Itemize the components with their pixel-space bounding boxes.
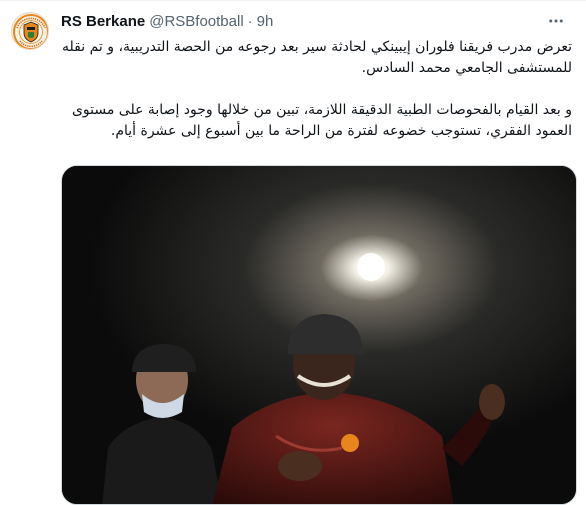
tweet-paragraph-1: تعرض مدرب فريقنا فلوران إيبينكي لحادثة س… xyxy=(62,39,572,76)
tweet-card[interactable]: RS Berkane @RSBfootball · 9h تعرض مدرب ف… xyxy=(0,0,586,505)
coach-stadium-photo xyxy=(62,166,576,504)
tweet-paragraph-2: و بعد القيام بالفحوصات الطبية الدقيقة ال… xyxy=(71,102,572,139)
author-handle[interactable]: @RSBfootball xyxy=(149,13,243,30)
tweet-photo[interactable] xyxy=(61,165,577,505)
rs-berkane-logo-icon xyxy=(13,14,48,49)
tweet-timestamp[interactable]: 9h xyxy=(257,13,274,30)
author-name[interactable]: RS Berkane xyxy=(61,13,145,30)
avatar[interactable] xyxy=(11,12,49,50)
tweet-header: RS Berkane @RSBfootball · 9h xyxy=(61,11,578,31)
more-options-button[interactable] xyxy=(546,11,566,31)
tweet-text: تعرض مدرب فريقنا فلوران إيبينكي لحادثة س… xyxy=(61,37,572,142)
more-horizontal-icon xyxy=(549,19,563,23)
separator-dot: · xyxy=(247,12,253,30)
